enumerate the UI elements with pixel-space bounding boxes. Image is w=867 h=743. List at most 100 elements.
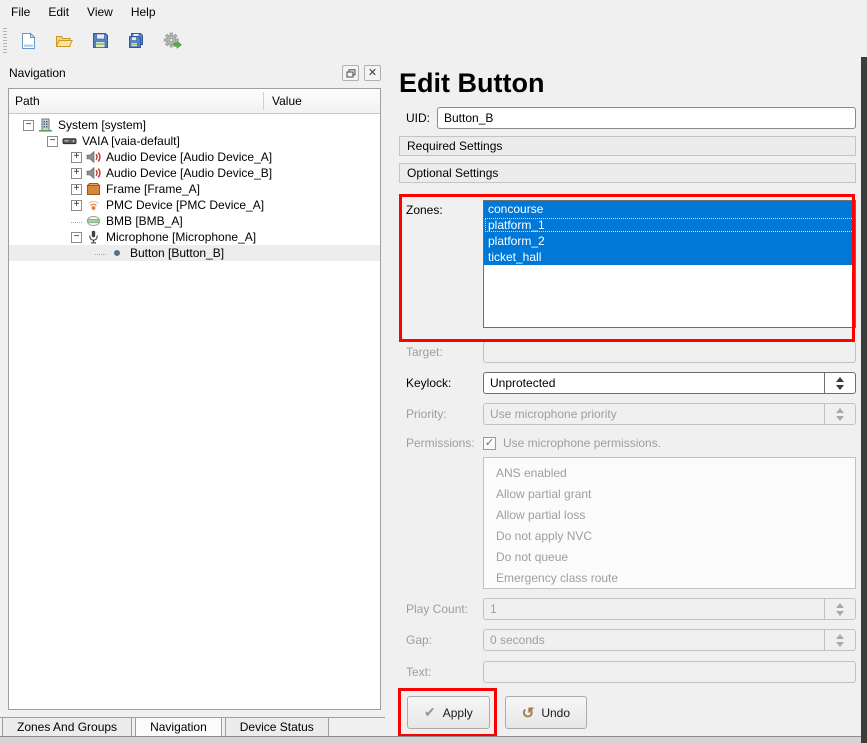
permissions-option-allow-partial-grant: Allow partial grant	[496, 484, 855, 505]
target-input	[483, 341, 856, 363]
gap-value: 0 seconds	[484, 630, 824, 650]
tree-item-label: Audio Device [Audio Device_A]	[106, 150, 276, 164]
permissions-option-ans-enabled: ANS enabled	[496, 463, 855, 484]
process-gear-icon	[163, 32, 182, 50]
screen-edge-strip	[861, 57, 867, 743]
pmc-icon	[86, 198, 101, 212]
play-count-spinbox: 1	[483, 598, 856, 620]
tree-item-system-system[interactable]: −System [system]	[9, 117, 380, 133]
permissions-option-emergency-class-route: Emergency class route	[496, 568, 855, 589]
spin-down-icon[interactable]	[836, 385, 844, 390]
keylock-value: Unprotected	[484, 373, 824, 393]
menu-file[interactable]: File	[2, 2, 39, 22]
undo-icon: ↺	[522, 704, 535, 722]
tree-item-audio-device-audio-device-a[interactable]: + Audio Device [Audio Device_A]	[9, 149, 380, 165]
spin-down-icon	[836, 611, 844, 616]
tree-item-vaia-vaia-default[interactable]: − VAIA [vaia-default]	[9, 133, 380, 149]
permissions-checkbox-label: Use microphone permissions.	[503, 436, 661, 450]
tree-rows: −System [system]−VAIA [vaia-default]+Aud…	[9, 114, 380, 261]
vaia-icon	[62, 134, 77, 148]
audio-icon	[86, 166, 101, 180]
navigation-tree-panel: Path Value −System [system]−VAIA [vaia-d…	[8, 88, 381, 710]
menu-edit[interactable]: Edit	[39, 2, 78, 22]
check-icon: ✔	[424, 704, 436, 721]
save-icon	[92, 32, 109, 49]
tab-zones-and-groups[interactable]: Zones And Groups	[2, 718, 132, 738]
float-icon	[346, 69, 356, 78]
tab-device-status[interactable]: Device Status	[225, 718, 329, 738]
zone-item-ticket-hall[interactable]: ticket_hall	[484, 249, 855, 265]
column-header-value[interactable]: Value	[272, 94, 302, 108]
tree-item-label: VAIA [vaia-default]	[82, 134, 184, 148]
tree-item-pmc-device-pmc-device-a[interactable]: + PMC Device [PMC Device_A]	[9, 197, 380, 213]
tree-item-audio-device-audio-device-b[interactable]: + Audio Device [Audio Device_B]	[9, 165, 380, 181]
collapse-icon[interactable]: −	[71, 232, 82, 243]
keylock-label: Keylock:	[399, 376, 483, 390]
menu-help[interactable]: Help	[122, 2, 165, 22]
bmb-icon	[86, 214, 101, 228]
tree-connector	[95, 252, 106, 255]
application-window: FileEditViewHelp Navigation ✕ Path Value…	[0, 0, 867, 743]
uid-input[interactable]	[437, 107, 856, 129]
undo-button[interactable]: ↺ Undo	[505, 696, 587, 729]
keylock-spinner[interactable]	[824, 373, 855, 393]
open-folder-button[interactable]	[49, 27, 79, 55]
save-all-icon	[127, 32, 145, 49]
new-file-button[interactable]	[13, 27, 43, 55]
apply-button[interactable]: ✔ Apply	[407, 696, 490, 729]
tree-item-microphone-microphone-a[interactable]: − Microphone [Microphone_A]	[9, 229, 380, 245]
toolbar	[0, 24, 867, 57]
zones-listbox[interactable]: concourseplatform_1platform_2ticket_hall	[483, 200, 856, 328]
priority-combobox: Use microphone priority	[483, 403, 856, 425]
tree-item-bmb-bmb-a[interactable]: BMB [BMB_A]	[9, 213, 380, 229]
dock-title-label: Navigation	[9, 66, 66, 80]
play-count-spinner	[824, 599, 855, 619]
tree-item-button-button-b[interactable]: Button [Button_B]	[9, 245, 380, 261]
button-icon	[110, 246, 125, 260]
tree-item-label: Frame [Frame_A]	[106, 182, 204, 196]
zone-item-platform-1[interactable]: platform_1	[484, 217, 855, 233]
tree-header: Path Value	[9, 89, 380, 114]
menu-view[interactable]: View	[78, 2, 122, 22]
collapse-icon[interactable]: −	[23, 120, 34, 131]
spin-up-icon[interactable]	[836, 377, 844, 382]
tree-item-label: PMC Device [PMC Device_A]	[106, 198, 268, 212]
section-required-settings[interactable]: Required Settings	[399, 136, 856, 156]
expand-icon[interactable]: +	[71, 168, 82, 179]
zone-item-concourse[interactable]: concourse	[484, 201, 855, 217]
play-count-row: Play Count: 1	[399, 598, 856, 620]
toolbar-drag-handle[interactable]	[3, 28, 7, 54]
gap-row: Gap: 0 seconds	[399, 629, 856, 651]
zone-item-platform-2[interactable]: platform_2	[484, 233, 855, 249]
float-button[interactable]	[342, 65, 359, 81]
window-bottom-edge	[0, 736, 861, 743]
gap-spinner	[824, 630, 855, 650]
uid-row: UID:	[399, 107, 856, 129]
priority-value: Use microphone priority	[484, 404, 824, 424]
column-separator[interactable]	[263, 92, 264, 110]
expand-icon[interactable]: +	[71, 184, 82, 195]
permissions-checkbox-wrap: ✓ Use microphone permissions.	[483, 436, 661, 450]
text-row: Text:	[399, 661, 856, 683]
target-label: Target:	[399, 345, 483, 359]
tree-item-frame-frame-a[interactable]: + Frame [Frame_A]	[9, 181, 380, 197]
spin-down-icon	[836, 416, 844, 421]
save-button[interactable]	[85, 27, 115, 55]
process-gear-button[interactable]	[157, 27, 187, 55]
keylock-combobox[interactable]: Unprotected	[483, 372, 856, 394]
save-all-button[interactable]	[121, 27, 151, 55]
tree-item-label: Audio Device [Audio Device_B]	[106, 166, 276, 180]
column-header-path[interactable]: Path	[9, 94, 40, 108]
collapse-icon[interactable]: −	[47, 136, 58, 147]
expand-icon[interactable]: +	[71, 152, 82, 163]
priority-spinner	[824, 404, 855, 424]
section-optional-settings[interactable]: Optional Settings	[399, 163, 856, 183]
action-buttons: ✔ Apply ↺ Undo	[399, 696, 856, 729]
close-button[interactable]: ✕	[364, 65, 381, 81]
expand-icon[interactable]: +	[71, 200, 82, 211]
frame-icon	[86, 182, 101, 196]
play-count-label: Play Count:	[399, 602, 483, 616]
tree-item-label: BMB [BMB_A]	[106, 214, 187, 228]
tree-item-label: Microphone [Microphone_A]	[106, 230, 260, 244]
microphone-icon	[86, 230, 101, 244]
